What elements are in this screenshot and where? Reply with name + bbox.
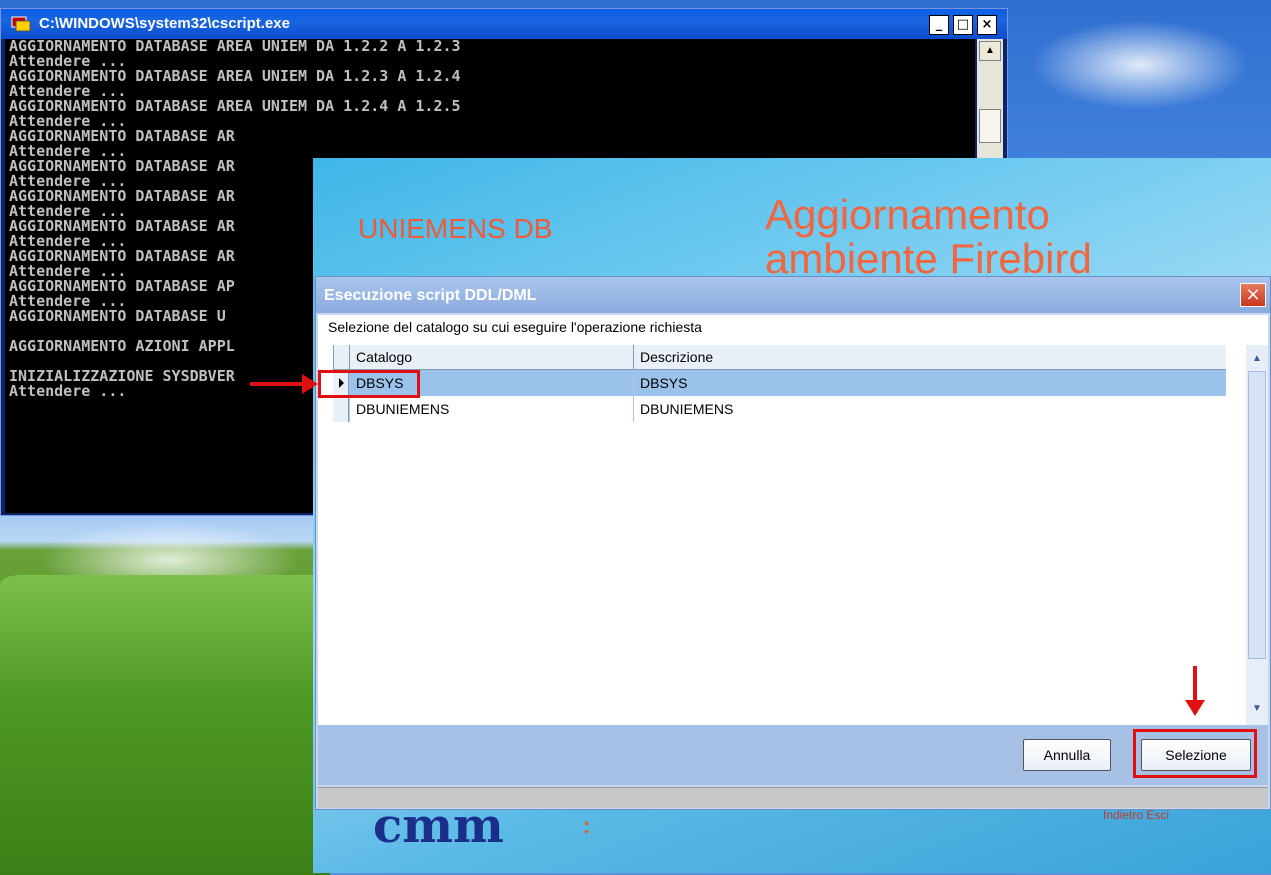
minimize-button[interactable]: _ [929,15,949,35]
row-indicator [333,396,349,422]
dialog-instruction: Selezione del catalogo su cui eseguire l… [328,319,702,335]
chevron-down-icon[interactable]: ▼ [1248,701,1266,717]
red-arrow-right-icon [250,374,318,394]
splash-links[interactable]: Indietro Esci [1103,808,1169,822]
chevron-up-icon[interactable]: ▲ [1248,351,1266,367]
row-indicator-header [333,345,349,369]
cell-descrizione[interactable]: DBUNIEMENS [633,396,1226,422]
grid-header: Catalogo Descrizione [333,345,1226,370]
dialog-titlebar[interactable]: Esecuzione script DDL/DML × [316,277,1270,313]
cell-catalogo[interactable]: DBUNIEMENS [349,396,633,422]
table-row[interactable]: DBUNIEMENS DBUNIEMENS [333,396,1226,422]
highlight-box-selezione [1133,729,1257,778]
dialog-content: Selezione del catalogo su cui eseguire l… [318,315,1268,725]
cell-descrizione[interactable]: DBSYS [633,370,1226,396]
grass-hill [0,575,330,875]
scroll-thumb[interactable] [979,109,1001,143]
column-header-catalogo[interactable]: Catalogo [349,345,633,369]
scroll-thumb[interactable] [1248,371,1266,659]
dialog-title: Esecuzione script DDL/DML [324,287,537,304]
dialog-button-bar: Annulla Selezione [318,725,1268,785]
splash-main-title: Aggiornamento ambiente Firebird [765,191,1092,282]
cancel-button[interactable]: Annulla [1023,739,1111,771]
red-arrow-down-icon [1185,666,1205,716]
column-header-descrizione[interactable]: Descrizione [633,345,1226,369]
console-close-button[interactable]: × [977,15,997,35]
maximize-button[interactable]: □ [953,15,973,35]
catalog-grid[interactable]: Catalogo Descrizione DBSYS DBSYS DBUNIEM… [333,345,1226,725]
table-row[interactable]: DBSYS DBSYS [333,370,1226,396]
console-titlebar[interactable]: C:\WINDOWS\system32\cscript.exe _ □ × [1,9,1007,39]
console-title: C:\WINDOWS\system32\cscript.exe [39,15,290,32]
dialog-close-button[interactable]: × [1240,283,1266,307]
logo-dots: : [583,813,591,838]
grid-scrollbar[interactable]: ▲ ▼ [1246,345,1268,725]
splash-app-title: UNIEMENS DB [358,213,553,244]
highlight-box-dbsys [318,370,420,398]
dialog-statusbar [318,787,1268,808]
catalog-dialog[interactable]: Esecuzione script DDL/DML × Selezione de… [315,276,1271,810]
scroll-up-icon[interactable]: ▲ [979,41,1001,61]
cloud [1030,20,1250,110]
console-app-icon [11,16,31,32]
